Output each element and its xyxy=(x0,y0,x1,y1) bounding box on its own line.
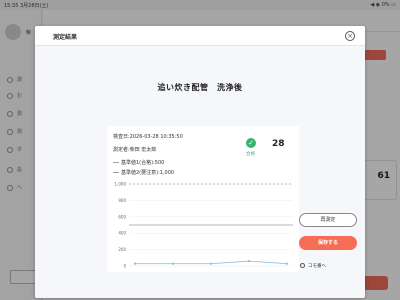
legend-line-std2 xyxy=(113,172,119,173)
legend-line-std1 xyxy=(113,162,119,163)
save-button[interactable]: 保存する xyxy=(299,236,357,250)
y-tick-label: 900 xyxy=(118,198,126,203)
measurement-chart: 1,000 900 600 400 200 0 xyxy=(115,182,293,269)
y-tick-label: 0 xyxy=(123,264,126,269)
inspection-date: 検査日:2026-03-28 10:35:50 xyxy=(113,134,183,140)
location-title: 追い炊き配管 洗浄後 xyxy=(157,83,243,92)
y-tick-label: 600 xyxy=(118,214,126,219)
inspector-name: 測定者:柴田 宏太郎 xyxy=(113,147,157,153)
data-point xyxy=(285,262,289,265)
close-icon[interactable]: × xyxy=(345,31,355,41)
data-point xyxy=(133,262,137,265)
pass-label: 合格 xyxy=(246,152,255,157)
score-value: 28 xyxy=(272,139,285,149)
data-point xyxy=(171,262,175,265)
data-point xyxy=(209,262,213,265)
radio-button[interactable] xyxy=(300,263,305,268)
y-tick-label: 200 xyxy=(118,247,126,252)
standard-1-legend: 基準値1(合格):500 xyxy=(113,159,164,166)
result-card: 検査日:2026-03-28 10:35:50 測定者:柴田 宏太郎 ✓ 合格 … xyxy=(107,126,299,272)
modal-header: 測定結果 × xyxy=(35,26,365,46)
check-circle-icon: ✓ xyxy=(246,138,256,148)
y-tick-label: 1,000 xyxy=(115,182,127,187)
y-tick-label: 400 xyxy=(118,231,126,236)
result-modal: 測定結果 × 追い炊き配管 洗浄後 検査日:2026-03-28 10:35:5… xyxy=(35,26,365,298)
standard-2-legend: 基準値2(要注意):1,000 xyxy=(113,169,174,176)
data-point xyxy=(247,259,251,263)
remeasure-button[interactable]: 再測定 xyxy=(299,213,357,227)
next-option[interactable]: コモ番へ xyxy=(300,263,326,269)
modal-title: 測定結果 xyxy=(53,34,78,41)
